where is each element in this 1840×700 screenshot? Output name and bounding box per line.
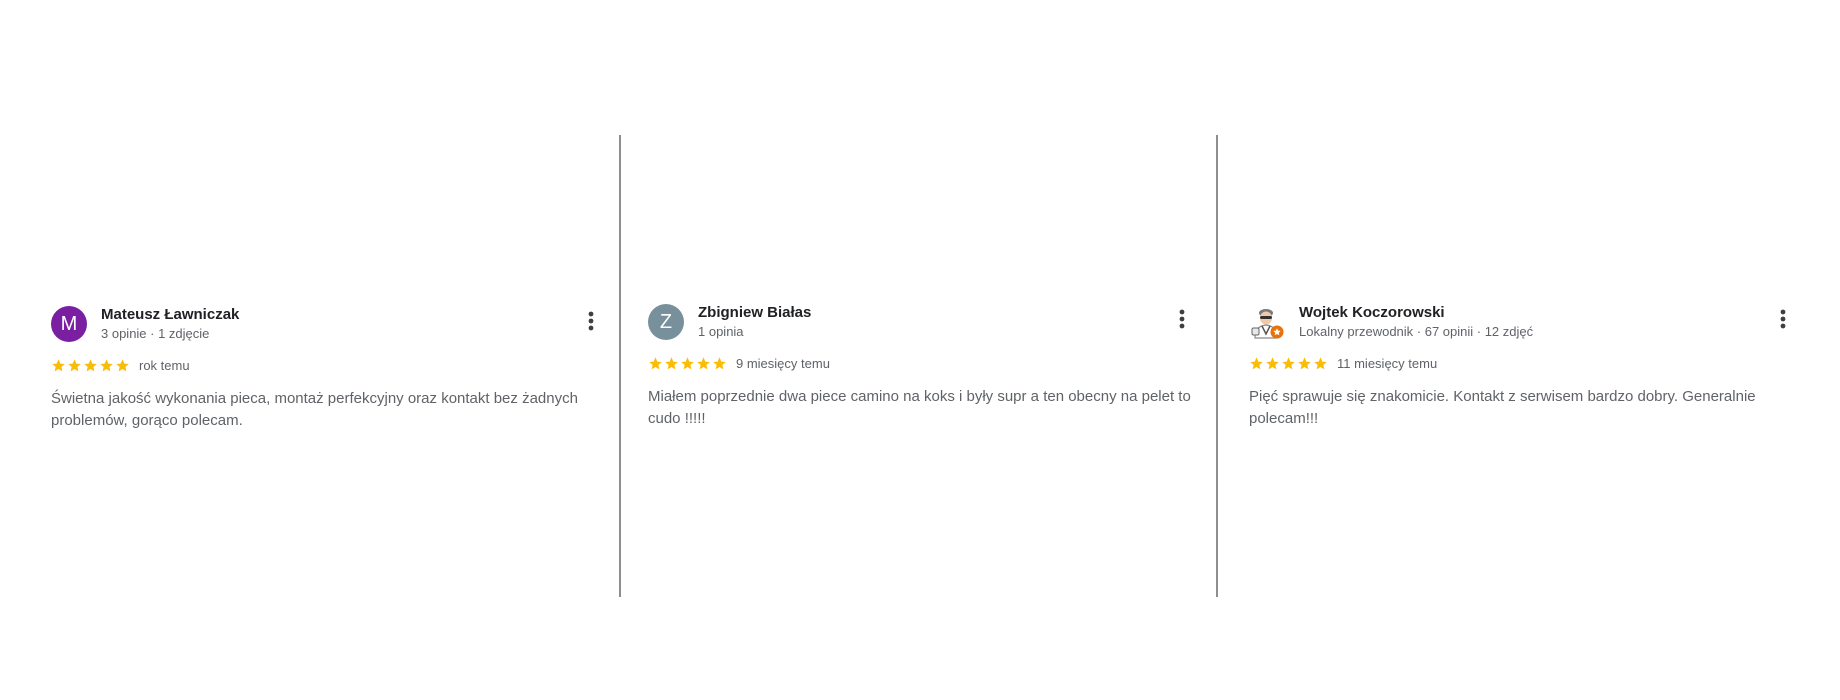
review-date: rok temu: [139, 357, 190, 373]
more-vert-icon: [588, 311, 594, 331]
more-options-button[interactable]: [1771, 306, 1795, 334]
avatar[interactable]: M: [51, 306, 87, 342]
avatar[interactable]: [1249, 304, 1285, 340]
review-text: Pięć sprawuje się znakomicie. Kontakt z …: [1249, 388, 1756, 427]
more-vert-icon: [1780, 309, 1786, 329]
review-header: Wojtek Koczorowski Lokalny przewodnik · …: [1249, 304, 1809, 344]
review-card-1: M Mateusz Ławniczak 3 opinie · 1 zdjęcie…: [51, 306, 611, 432]
star-rating: [51, 358, 130, 373]
review-card-2: Z Zbigniew Białas 1 opinia 9 miesięcy te…: [648, 304, 1208, 430]
rating-row: 11 miesięcy temu: [1249, 354, 1809, 372]
star-icon: [68, 358, 81, 371]
author-meta: 3 opinie · 1 zdjęcie: [101, 326, 210, 341]
star-rating: [648, 356, 727, 371]
review-card-3: Wojtek Koczorowski Lokalny przewodnik · …: [1249, 304, 1809, 430]
star-icon: [713, 356, 726, 369]
star-icon: [1250, 356, 1263, 369]
avatar[interactable]: Z: [648, 304, 684, 340]
rating-row: rok temu: [51, 356, 611, 374]
star-rating: [1249, 356, 1328, 371]
author-name[interactable]: Wojtek Koczorowski: [1299, 304, 1445, 321]
author-name[interactable]: Mateusz Ławniczak: [101, 306, 239, 323]
more-options-button[interactable]: [1170, 306, 1194, 334]
more-vert-icon: [1179, 309, 1185, 329]
review-date: 11 miesięcy temu: [1337, 355, 1438, 371]
star-icon: [665, 356, 678, 369]
review-header: M Mateusz Ławniczak 3 opinie · 1 zdjęcie: [51, 306, 611, 346]
review-text: Miałem poprzednie dwa piece camino na ko…: [648, 388, 1191, 427]
author-meta: Lokalny przewodnik · 67 opinii · 12 zdję…: [1299, 324, 1534, 339]
reviews-carousel: M Mateusz Ławniczak 3 opinie · 1 zdjęcie…: [0, 0, 1840, 700]
star-icon: [681, 356, 694, 369]
star-icon: [649, 356, 662, 369]
star-icon: [1314, 356, 1327, 369]
review-divider: [1216, 135, 1218, 597]
star-icon: [697, 356, 710, 369]
star-icon: [84, 358, 97, 371]
star-icon: [1298, 356, 1311, 369]
star-icon: [1282, 356, 1295, 369]
review-header: Z Zbigniew Białas 1 opinia: [648, 304, 1208, 344]
star-icon: [116, 358, 129, 371]
review-date: 9 miesięcy temu: [736, 355, 830, 371]
local-guide-avatar-icon: [1251, 309, 1284, 339]
rating-row: 9 miesięcy temu: [648, 354, 1208, 372]
star-icon: [100, 358, 113, 371]
star-icon: [1266, 356, 1279, 369]
review-divider: [619, 135, 621, 597]
more-options-button[interactable]: [579, 308, 603, 336]
review-text: Świetna jakość wykonania pieca, montaż p…: [51, 390, 578, 429]
author-meta: 1 opinia: [698, 324, 744, 339]
star-icon: [52, 358, 65, 371]
author-name[interactable]: Zbigniew Białas: [698, 304, 811, 321]
